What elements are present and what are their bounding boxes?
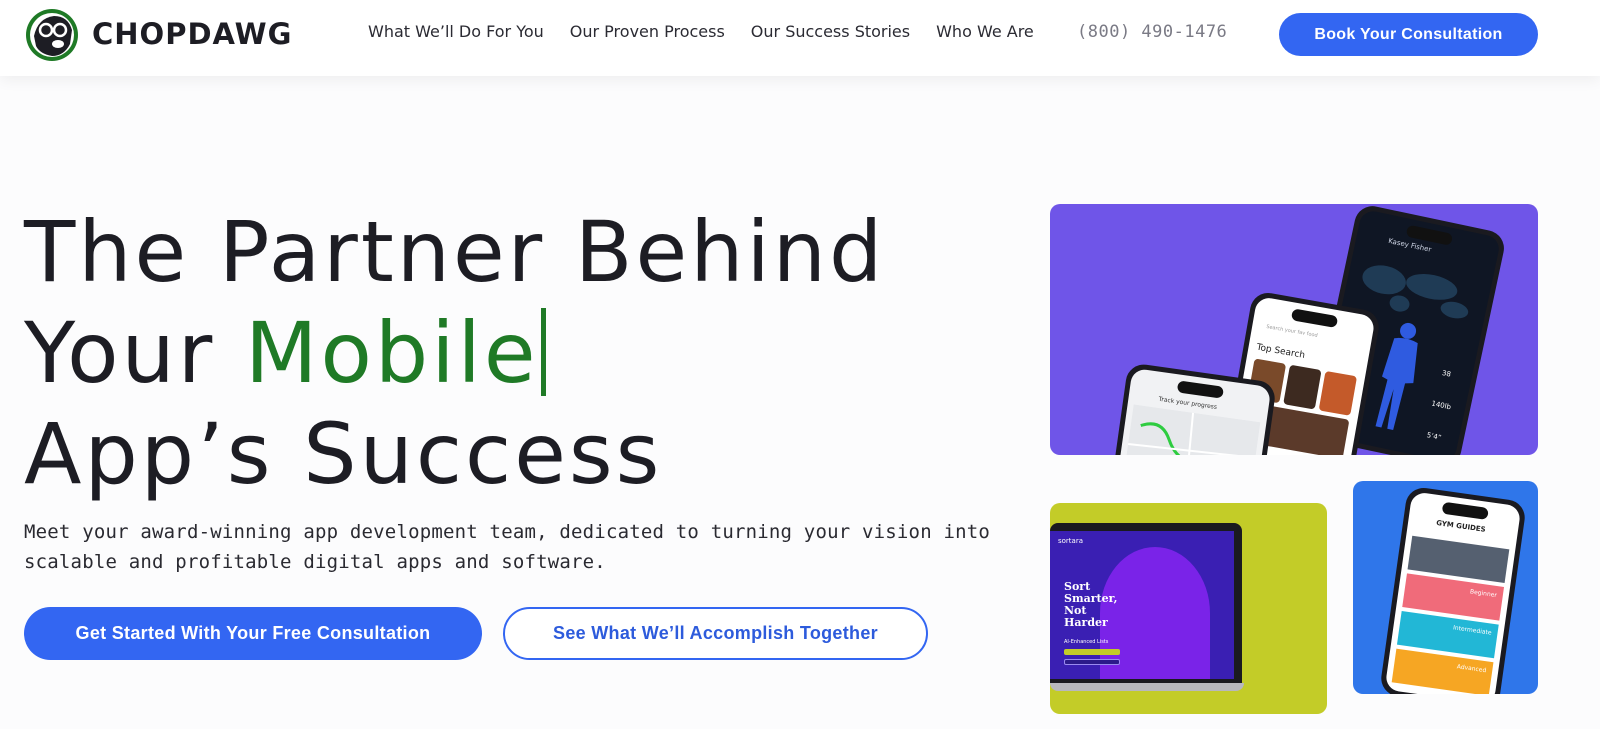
laptop-mockup: sortara Sort Smarter, Not Harder AI-Enha… — [1050, 523, 1242, 683]
see-accomplish-button[interactable]: See What We’ll Accomplish Together — [503, 607, 928, 660]
hero-title-line3: App’s Success — [24, 405, 663, 503]
nav-item-success-stories[interactable]: Our Success Stories — [751, 22, 910, 41]
laptop-app-brand: sortara — [1058, 537, 1084, 545]
showcase-card-web-app: sortara Sort Smarter, Not Harder AI-Enha… — [1050, 503, 1327, 714]
gym-level-beginner: Beginner — [1469, 588, 1498, 600]
hero-subtitle: Meet your award-winning app development … — [24, 521, 991, 573]
nav-item-process[interactable]: Our Proven Process — [570, 22, 725, 41]
brand-name: CHOPDAWG — [92, 17, 293, 51]
nav-item-who-we-are[interactable]: Who We Are — [936, 22, 1034, 41]
food-section-title: Top Search — [1255, 342, 1306, 361]
hero-title: The Partner Behind Your Mobile App’s Suc… — [24, 202, 1024, 505]
laptop-tagline: AI-Enhanced Lists — [1064, 639, 1109, 645]
gym-title: GYM GUIDES — [1435, 518, 1487, 534]
showcase-card-gym-app: GYM GUIDES Beginner Intermediate Advance… — [1353, 481, 1538, 694]
dog-logo-icon — [24, 6, 80, 62]
phone-number-link[interactable]: (800) 490-1476 — [1077, 22, 1227, 42]
fitness-stat-3: 5’4” — [1425, 431, 1443, 443]
typing-caret — [540, 308, 546, 396]
site-header: CHOPDAWG What We’ll Do For You Our Prove… — [0, 0, 1600, 76]
hero-title-line2-prefix: Your — [24, 304, 246, 402]
gym-level-advanced: Advanced — [1456, 663, 1487, 675]
laptop-headline: Sort Smarter, Not Harder — [1064, 580, 1118, 629]
fitness-stat-2: 140lb — [1430, 399, 1452, 412]
laptop-base — [1050, 683, 1244, 691]
brand-logo[interactable]: CHOPDAWG — [24, 6, 292, 62]
showcase-card-mobile-apps: Kasey Fisher 38 140lb 5’4” Search your f… — [1050, 204, 1538, 455]
hero-title-accent: Mobile — [245, 304, 539, 402]
book-consultation-button[interactable]: Book Your Consultation — [1279, 13, 1538, 56]
fitness-stat-1: 38 — [1441, 368, 1452, 379]
phone-mockup-gym: GYM GUIDES Beginner Intermediate Advance… — [1378, 485, 1528, 694]
hero-title-line1: The Partner Behind — [24, 203, 886, 301]
free-consultation-button[interactable]: Get Started With Your Free Consultation — [24, 607, 482, 660]
route-map-graphic — [1121, 404, 1261, 455]
nav-item-services[interactable]: What We’ll Do For You — [368, 22, 544, 41]
gym-level-intermediate: Intermediate — [1452, 624, 1492, 637]
food-search-field: Search your fav food — [1265, 323, 1319, 339]
main-nav: What We’ll Do For You Our Proven Process… — [368, 22, 1060, 41]
